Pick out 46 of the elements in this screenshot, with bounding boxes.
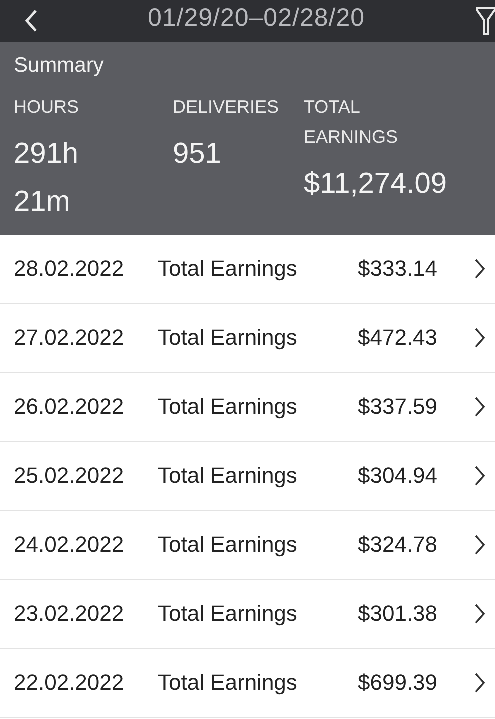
row-label: Total Earnings (158, 601, 298, 627)
stat-label: HOURS (14, 96, 80, 119)
earnings-row[interactable]: 25.02.2022 Total Earnings $304.94 (0, 442, 495, 511)
stat-value: $11,274.09 (304, 167, 448, 202)
row-label: Total Earnings (158, 394, 298, 420)
row-amount: $333.14 (358, 256, 439, 282)
date-range-title: 01/29/20–02/28/20 (148, 4, 366, 32)
earnings-row[interactable]: 26.02.2022 Total Earnings $337.59 (0, 373, 495, 442)
chevron-right-icon (474, 258, 486, 280)
row-label: Total Earnings (158, 256, 298, 282)
earnings-row[interactable]: 27.02.2022 Total Earnings $472.43 (0, 304, 495, 373)
chevron-right-icon (474, 603, 486, 625)
stat-label: TOTAL EARNINGS (304, 96, 400, 149)
chevron-right-icon (474, 327, 486, 349)
chevron-right-icon (474, 465, 486, 487)
row-date: 28.02.2022 (14, 256, 126, 282)
chevron-right-icon (474, 672, 486, 694)
row-date: 25.02.2022 (14, 463, 126, 489)
chevron-right-icon (474, 534, 486, 556)
row-amount: $472.43 (358, 325, 439, 351)
stat-value: 291h 21m (14, 137, 80, 220)
row-date: 24.02.2022 (14, 532, 126, 558)
back-button[interactable] (24, 9, 38, 33)
filter-icon (474, 6, 495, 36)
earnings-row[interactable]: 24.02.2022 Total Earnings $324.78 (0, 511, 495, 580)
row-date: 23.02.2022 (14, 601, 126, 627)
chevron-left-icon (24, 9, 38, 33)
row-date: 26.02.2022 (14, 394, 126, 420)
stat-value: 951 (173, 137, 222, 172)
row-label: Total Earnings (158, 532, 298, 558)
earnings-row[interactable]: 23.02.2022 Total Earnings $301.38 (0, 580, 495, 649)
row-date: 22.02.2022 (14, 670, 126, 696)
row-label: Total Earnings (158, 325, 298, 351)
row-date: 27.02.2022 (14, 325, 126, 351)
filter-button[interactable] (474, 6, 495, 36)
row-amount: $304.94 (358, 463, 439, 489)
chevron-right-icon (474, 396, 486, 418)
earnings-row[interactable]: 22.02.2022 Total Earnings $699.39 (0, 649, 495, 718)
row-amount: $301.38 (358, 601, 439, 627)
row-amount: $324.78 (358, 532, 439, 558)
earnings-row[interactable]: 28.02.2022 Total Earnings $333.14 (0, 235, 495, 304)
row-amount: $337.59 (358, 394, 439, 420)
row-amount: $699.39 (358, 670, 439, 696)
row-label: Total Earnings (158, 670, 298, 696)
summary-title: Summary (14, 54, 105, 78)
row-label: Total Earnings (158, 463, 298, 489)
